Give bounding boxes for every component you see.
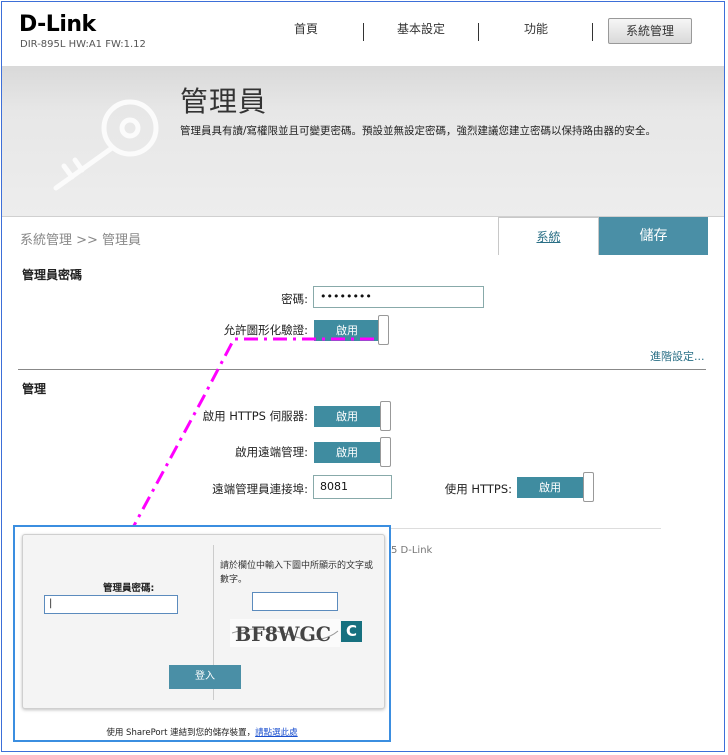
login-popup: 管理員密碼: | 請於欄位中輸入下圖中所顯示的文字或數字。 BF8WGC C 登… [13, 525, 391, 742]
captcha-letters: BF8WGC [235, 622, 331, 646]
login-card: 管理員密碼: | 請於欄位中輸入下圖中所顯示的文字或數字。 BF8WGC C 登… [22, 534, 385, 709]
login-button[interactable]: 登入 [169, 665, 241, 689]
login-password-label: 管理員密碼: [103, 583, 155, 594]
captcha-instruction: 請於欄位中輸入下圖中所顯示的文字或數字。 [220, 561, 374, 585]
refresh-captcha-icon[interactable]: C [341, 621, 362, 642]
captcha-field[interactable] [252, 592, 338, 611]
shareport-link[interactable]: 請點選此處 [255, 728, 298, 738]
captcha-image: BF8WGC [230, 619, 340, 647]
shareport-text: 使用 SharePort 連結到您的儲存裝置， [106, 728, 256, 738]
shareport-footer: 使用 SharePort 連結到您的儲存裝置，請點選此處 [15, 726, 389, 738]
login-password-field[interactable]: | [44, 595, 178, 614]
